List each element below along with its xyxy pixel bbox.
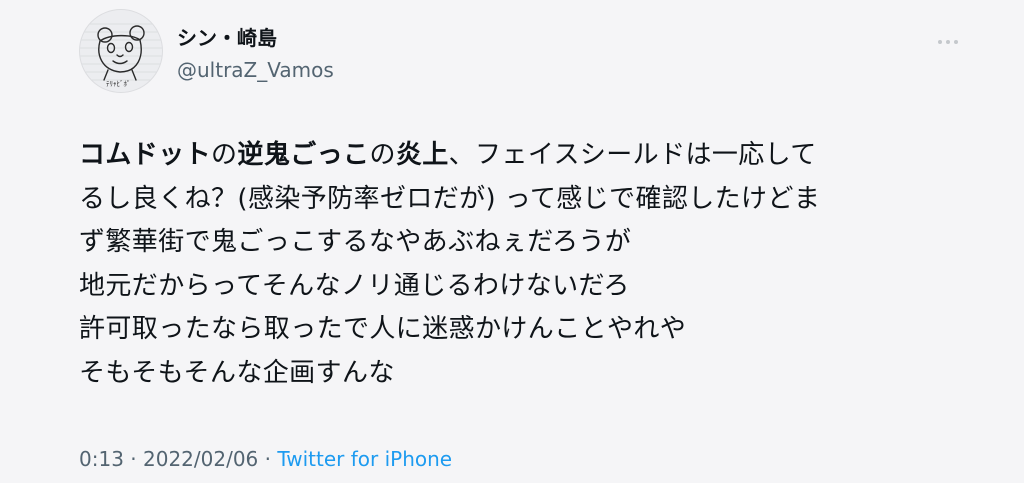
tweet-text-line: そもそもそんな企画すんな xyxy=(79,352,979,396)
highlighted-phrase: コムドット xyxy=(79,140,212,170)
more-dot xyxy=(946,40,950,44)
tweet-text: コムドットの逆鬼ごっこの炎上、フェイスシールドは一応して るし良くね？(感染予防率… xyxy=(79,134,979,395)
meta-separator: · xyxy=(258,447,278,471)
tweet-text-line: ず繁華街で鬼ごっこするなやあぶねぇだろうが xyxy=(79,221,979,265)
more-horizontal-icon[interactable] xyxy=(936,30,960,54)
avatar[interactable]: ﾃﾘｬﾋﾞﾎﾟ xyxy=(79,9,163,93)
bear-doodle-icon: ﾃﾘｬﾋﾞﾎﾟ xyxy=(80,23,162,88)
highlighted-phrase: 逆鬼ごっこ xyxy=(237,140,370,170)
text-segment: 地元だからってそんなノリ通じるわけないだろ xyxy=(79,270,630,301)
more-dot xyxy=(938,40,942,44)
display-name[interactable]: シン・崎島 xyxy=(177,26,277,50)
tweet-text-line: 地元だからってそんなノリ通じるわけないだろ xyxy=(79,265,979,309)
tweet-text-line: るし良くね？(感染予防率ゼロだが) って感じで確認したけどま xyxy=(79,178,979,222)
user-handle[interactable]: @ultraZ_Vamos xyxy=(177,58,334,82)
tweet-meta: 0:13 · 2022/02/06 · Twitter for iPhone xyxy=(79,445,452,473)
tweet-text-line: 許可取ったなら取ったで人に迷惑かけんことやれや xyxy=(79,308,979,352)
svg-text:ﾃﾘｬﾋﾞﾎﾟ: ﾃﾘｬﾋﾞﾎﾟ xyxy=(106,80,131,88)
highlighted-phrase: 炎上 xyxy=(395,140,449,170)
tweet-source-link[interactable]: Twitter for iPhone xyxy=(277,447,452,471)
tweet-time[interactable]: 0:13 xyxy=(79,447,124,471)
tweet-text-line: コムドットの逆鬼ごっこの炎上、フェイスシールドは一応して xyxy=(79,134,979,178)
tweet-card: ﾃﾘｬﾋﾞﾎﾟ シン・崎島 @ultraZ_Vamos コムドットの逆鬼ごっこの… xyxy=(0,0,1024,483)
text-segment: 、フェイスシールドは一応して xyxy=(448,140,817,170)
text-segment: の xyxy=(369,140,396,170)
tweet-date[interactable]: 2022/02/06 xyxy=(143,447,258,471)
meta-separator: · xyxy=(123,447,143,471)
text-segment: そもそもそんな企画すんな xyxy=(79,357,395,388)
more-dot xyxy=(954,40,958,44)
text-segment: 許可取ったなら取ったで人に迷惑かけんことやれや xyxy=(79,314,687,344)
text-segment: の xyxy=(211,140,238,170)
text-segment: るし良くね？(感染予防率ゼロだが) って感じで確認したけどま xyxy=(79,183,821,214)
text-segment: ず繁華街で鬼ごっこするなやあぶねぇだろうが xyxy=(79,227,632,257)
